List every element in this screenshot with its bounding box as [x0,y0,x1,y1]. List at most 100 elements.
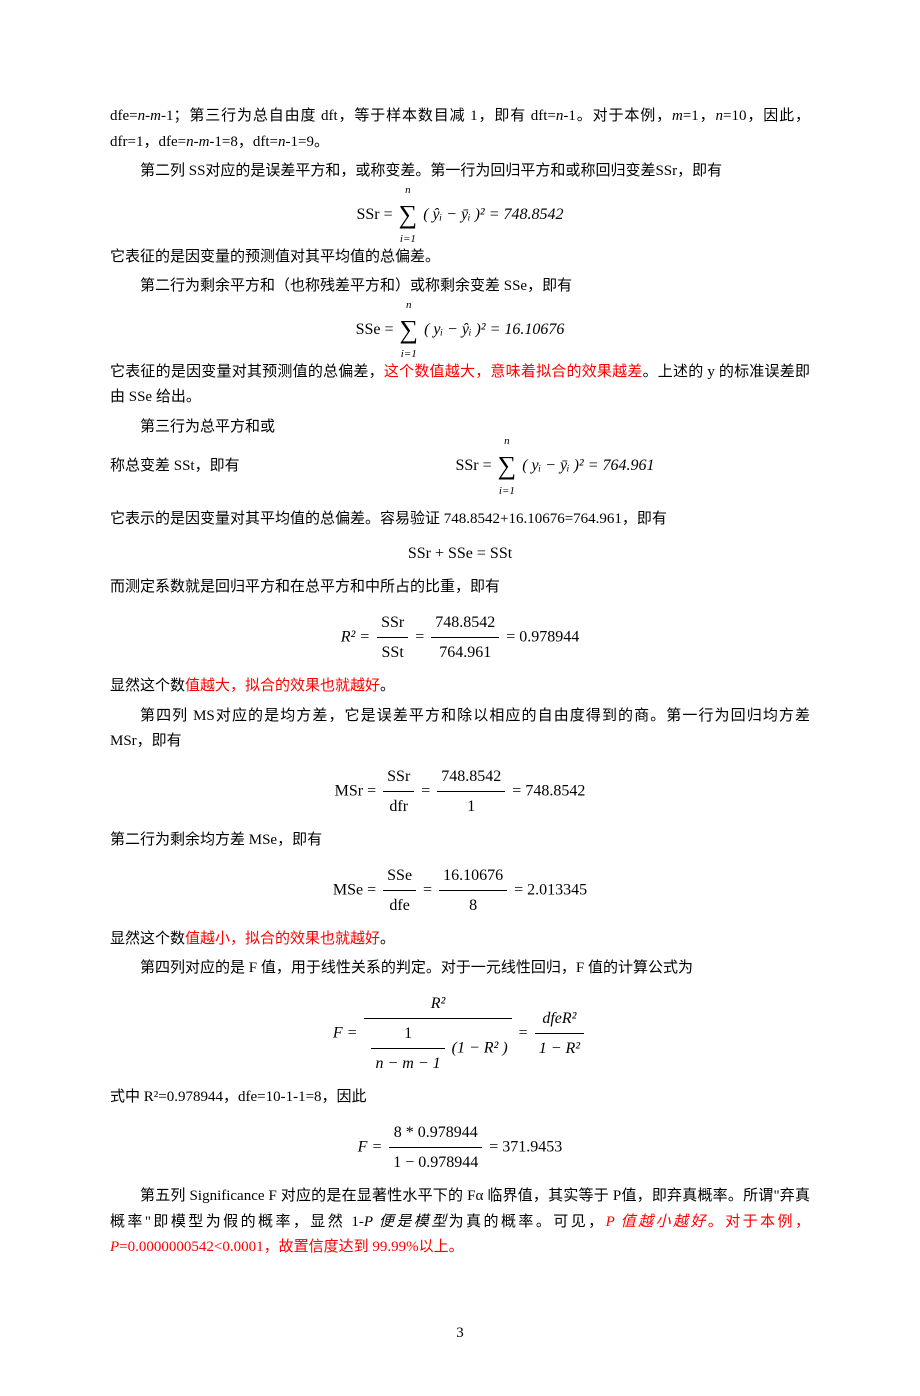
text: 称总变差 SSt，即有 [110,458,240,474]
page-number: 3 [110,1321,810,1347]
lhs: SSr = [455,457,491,474]
equation-f-formula: F = R² 1n − m − 1 (1 − R² ) = dfeR²1 − R… [110,990,810,1078]
numerator: SSr [377,609,408,637]
denominator: 764.961 [431,637,499,666]
rhs: = 748.8542 [512,782,585,799]
denominator: 8 [439,890,507,919]
denominator: 1 − 0.978944 [389,1147,482,1176]
numerator: SSr [383,763,414,791]
rhs: = 371.9453 [489,1138,562,1155]
numerator: 16.10676 [439,862,507,890]
sum-upper: n [406,296,412,315]
paragraph-9: 显然这个数值越大，拟合的效果也就越好。 [110,674,810,700]
sum-upper: n [405,181,411,200]
denominator: 1n − m − 1 (1 − R² ) [364,1018,511,1077]
rhs: = 2.013345 [514,881,587,898]
highlight-text: 。对于本例， [708,1214,810,1230]
fraction: 8 * 0.9789441 − 0.978944 [389,1119,482,1176]
lhs: F = [333,1024,358,1041]
eq: = [423,881,432,898]
paragraph-6a: 第三行为总平方和或 [110,415,810,441]
var-m: m [672,108,683,124]
suffix: (1 − R² ) [452,1039,508,1056]
lhs: SSr = [356,205,392,222]
equation-sse: SSe = ∑ni=1 ( yᵢ − ŷᵢ )² = 16.10676 [110,308,810,352]
text: 它表征的是因变量的预测值对其平均值的总偏差。 [110,249,440,265]
numerator: dfeR² [535,1005,584,1033]
sum-lower: i=1 [401,345,417,364]
paragraph-1: dfe=n-m-1；第三行为总自由度 dft，等于样本数目减 1，即有 dft=… [110,104,810,155]
lhs: R² = [341,628,370,645]
var-p: P [110,1239,119,1255]
sigma-icon: ∑ni=1 [400,308,419,352]
numerator: 748.8542 [431,609,499,637]
text: 第二行为剩余平方和（也称残差平方和）或称剩余变差 SSe，即有 [140,278,572,294]
lhs: MSr = [335,782,376,799]
highlight-text: P 值越小越好 [606,1214,708,1230]
text: 而测定系数就是回归平方和在总平方和中所占的比重，即有 [110,579,500,595]
paragraph-15: 第五列 Significance F 对应的是在显著性水平下的 Fα 临界值，其… [110,1184,810,1261]
fraction: SSrdfr [383,763,414,820]
text: 为真的概率。可见， [449,1214,606,1230]
equation-sst: SSr = ∑ni=1 ( yᵢ − ȳᵢ )² = 764.961 [300,444,810,488]
nested-fraction: 1n − m − 1 [371,1020,444,1077]
text: 显然这个数 [110,931,185,947]
text: 第四列 MS对应的是均方差，它是误差平方和除以相应的自由度得到的商。第一行为回归… [110,708,810,750]
paragraph-7: 它表示的是因变量对其平均值的总偏差。容易验证 748.8542+16.10676… [110,507,810,533]
lhs: F = [358,1138,383,1155]
var-m: m [150,108,161,124]
fraction: dfeR²1 − R² [535,1005,584,1062]
paragraph-11: 第二行为剩余均方差 MSe，即有 [110,828,810,854]
equation-ssr: SSr = ∑ni=1 ( ŷᵢ − ȳᵢ )² = 748.8542 [110,193,810,237]
var-n: n [716,108,724,124]
text: 显然这个数 [110,678,185,694]
equation-r2: R² = SSrSSt = 748.8542764.961 = 0.978944 [110,609,810,666]
text: 第四列对应的是 F 值，用于线性关系的判定。对于一元线性回归，F 值的计算公式为 [140,960,693,976]
text: -1=8，dft= [209,134,278,150]
denominator: 1 − R² [535,1033,584,1062]
text: -1=9。 [285,134,328,150]
text: 。 [380,931,395,947]
equation-identity: SSr + SSe = SSt [110,540,810,567]
fraction: SSedfe [383,862,416,919]
paragraph-3: 它表征的是因变量的预测值对其平均值的总偏差。 [110,245,810,271]
text: 第三行为总平方和或 [140,419,275,435]
fraction: 748.85421 [437,763,505,820]
paragraph-8: 而测定系数就是回归平方和在总平方和中所占的比重，即有 [110,575,810,601]
lhs: SSe = [356,320,394,337]
text: 它表征的是因变量对其预测值的总偏差， [110,364,384,380]
text: =1， [683,108,716,124]
paragraph-13: 第四列对应的是 F 值，用于线性关系的判定。对于一元线性回归，F 值的计算公式为 [110,956,810,982]
denominator: n − m − 1 [371,1048,444,1077]
fraction: SSrSSt [377,609,408,666]
var-n: n [186,134,194,150]
sum-upper: n [504,432,510,451]
highlight-text: 这个数值越大，意味着拟合的效果越差 [384,364,643,380]
text: 第二行为剩余均方差 MSe，即有 [110,832,322,848]
var-n: n [138,108,146,124]
eq-body: ( ŷᵢ − ȳᵢ )² = 748.8542 [423,205,563,222]
paragraph-12: 显然这个数值越小，拟合的效果也就越好。 [110,927,810,953]
paragraph-4: 第二行为剩余平方和（也称残差平方和）或称剩余变差 SSe，即有 [110,274,810,300]
italic-text: P 便是模型 [364,1214,449,1230]
eq-body: ( yᵢ − ȳᵢ )² = 764.961 [522,457,654,474]
text: 它表示的是因变量对其平均值的总偏差。容易验证 748.8542+16.10676… [110,511,667,527]
lhs: MSe = [333,881,376,898]
text: -1。对于本例， [563,108,672,124]
eq: = [415,628,424,645]
numerator: SSe [383,862,416,890]
fraction: 748.8542764.961 [431,609,499,666]
fraction: 16.106768 [439,862,507,919]
sigma-icon: ∑ni=1 [399,193,418,237]
text: 式中 R²=0.978944，dfe=10-1-1=8，因此 [110,1089,367,1105]
denominator: dfr [383,791,414,820]
paragraph-6b: 称总变差 SSt，即有 [110,454,300,480]
denominator: SSt [377,637,408,666]
numerator: 1 [371,1020,444,1048]
eq: = [421,782,430,799]
numerator: R² [364,990,511,1018]
sum-lower: i=1 [499,482,515,501]
row-sst: 称总变差 SSt，即有 SSr = ∑ni=1 ( yᵢ − ȳᵢ )² = 7… [110,444,810,488]
denominator: 1 [437,791,505,820]
text: 第二列 SS对应的是误差平方和，或称变差。第一行为回归平方和或称回归变差SSr，… [140,163,722,179]
